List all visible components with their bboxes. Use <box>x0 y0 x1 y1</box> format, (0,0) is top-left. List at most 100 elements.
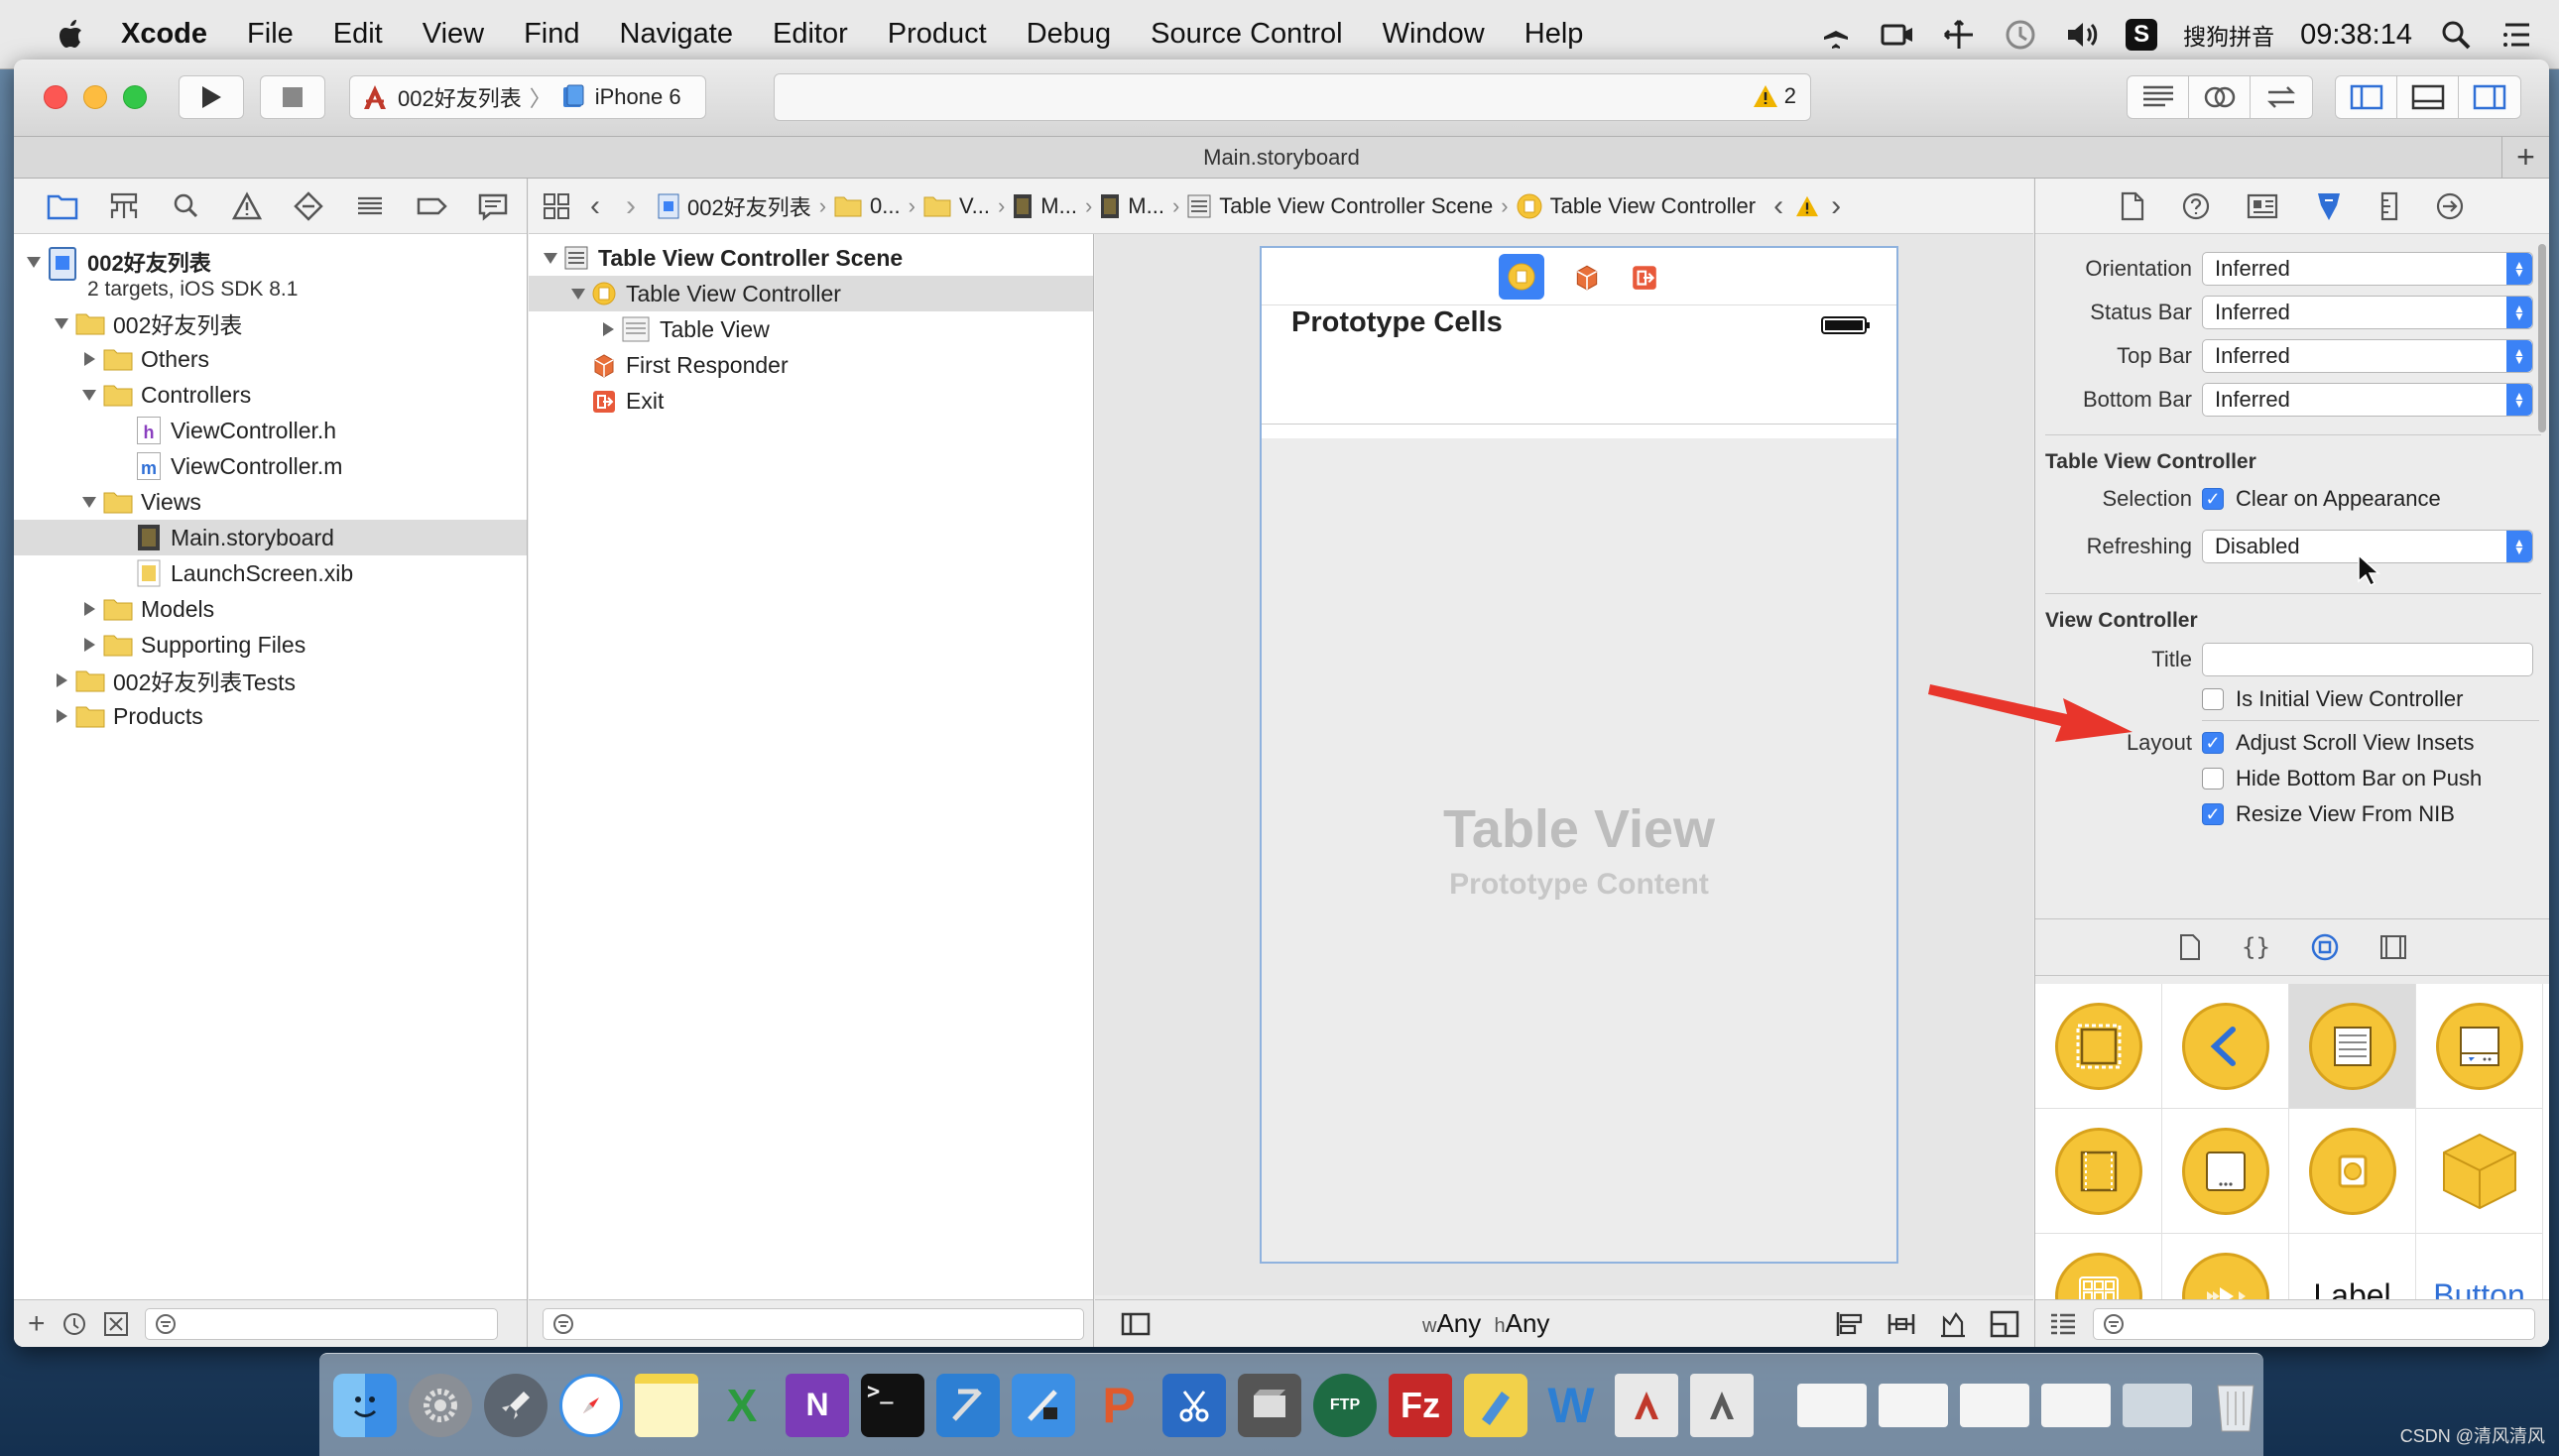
input-method-label[interactable]: 搜狗拼音 <box>2183 18 2274 52</box>
menu-help[interactable]: Help <box>1524 18 1584 51</box>
menu-find[interactable]: Find <box>524 18 579 51</box>
dock-terminal-icon[interactable]: >_ <box>861 1373 924 1437</box>
jump-crumb-controller[interactable]: Table View Controller <box>1517 193 1756 219</box>
library-item-page-view-controller[interactable] <box>2035 1109 2162 1234</box>
tree-row-group-views[interactable]: Views <box>14 484 527 520</box>
previous-issue-button[interactable]: ‹ <box>1773 189 1783 223</box>
find-navigator-icon[interactable] <box>169 190 202 222</box>
file-template-library-icon[interactable] <box>2178 933 2202 961</box>
menu-source-control[interactable]: Source Control <box>1151 18 1342 51</box>
library-item-navigation-controller[interactable] <box>2162 984 2289 1109</box>
top-bar-popup[interactable]: Inferred ▲ ▼ <box>2202 339 2533 373</box>
attributes-inspector-icon[interactable] <box>2314 190 2344 222</box>
menubar-clock[interactable]: 09:38:14 <box>2300 19 2412 52</box>
menu-product[interactable]: Product <box>888 18 987 51</box>
run-button[interactable] <box>179 75 244 119</box>
tree-row-group-main[interactable]: 002好友列表 <box>14 305 527 341</box>
storyboard-canvas[interactable]: Prototype Cells Table View Prototype Con… <box>1095 234 2033 1295</box>
tree-row-group-tests[interactable]: 002好友列表Tests <box>14 663 527 698</box>
go-back-button[interactable]: ‹ <box>590 189 600 223</box>
dock-snipping-icon[interactable] <box>1162 1373 1226 1437</box>
assistant-editor-button[interactable] <box>2189 76 2251 118</box>
dock-powerpoint-icon[interactable]: P <box>1087 1374 1151 1437</box>
tree-row-group-models[interactable]: Models <box>14 591 527 627</box>
library-item-view-controller[interactable] <box>2035 984 2162 1109</box>
library-item-object[interactable] <box>2289 1109 2416 1234</box>
issue-navigator-icon[interactable] <box>230 190 264 222</box>
toggle-navigator-button[interactable] <box>2336 76 2397 118</box>
dock-minimized-window-1[interactable] <box>1797 1383 1867 1427</box>
tab-main-storyboard[interactable]: Main.storyboard <box>1203 145 1360 170</box>
dock-first-responder-icon[interactable] <box>1572 262 1602 292</box>
tree-row-file-viewcontroller-m[interactable]: m ViewController.m <box>14 448 527 484</box>
dock-xcode-icon[interactable] <box>936 1373 1000 1437</box>
size-inspector-icon[interactable] <box>2379 191 2399 221</box>
library-item-glkit-view-controller[interactable] <box>2162 1109 2289 1234</box>
pin-icon[interactable] <box>1887 1310 1916 1338</box>
clear-on-appearance-checkbox[interactable]: ✓ <box>2202 488 2224 510</box>
tree-row-file-launchscreen[interactable]: LaunchScreen.xib <box>14 555 527 591</box>
menu-window[interactable]: Window <box>1383 18 1485 51</box>
debug-navigator-icon[interactable] <box>353 190 387 222</box>
stop-button[interactable] <box>260 75 325 119</box>
media-library-icon[interactable] <box>2379 934 2407 960</box>
object-library-icon[interactable] <box>2310 932 2340 962</box>
toggle-debug-area-button[interactable] <box>2397 76 2459 118</box>
add-tab-button[interactable]: + <box>2501 137 2549 179</box>
go-forward-button[interactable]: › <box>626 189 636 223</box>
orientation-popup[interactable]: Inferred ▲ ▼ <box>2202 252 2533 286</box>
dock-movie-icon[interactable] <box>1238 1373 1301 1437</box>
menu-navigate[interactable]: Navigate <box>620 18 733 51</box>
resolve-issues-icon[interactable] <box>1938 1310 1968 1338</box>
dock-launchpad-icon[interactable] <box>484 1373 548 1437</box>
menu-view[interactable]: View <box>423 18 484 51</box>
outline-row-table-view-controller[interactable]: Table View Controller <box>529 276 1093 311</box>
quick-help-icon[interactable] <box>2181 191 2211 221</box>
dock-minimized-window-4[interactable] <box>2041 1383 2111 1427</box>
jump-crumb-project[interactable]: 002好友列表 <box>658 190 811 222</box>
tree-row-group-products[interactable]: Products <box>14 698 527 734</box>
tree-row-group-others[interactable]: Others <box>14 341 527 377</box>
dock-minimized-window-2[interactable] <box>1879 1383 1948 1427</box>
menu-app-xcode[interactable]: Xcode <box>121 18 207 51</box>
inspector-scrollbar[interactable] <box>2538 244 2546 432</box>
library-filter-field[interactable] <box>2093 1307 2535 1340</box>
scheme-selector[interactable]: 002好友列表 〉 iPhone 6 <box>349 75 706 119</box>
dock-finder-icon[interactable] <box>333 1373 397 1437</box>
version-editor-button[interactable] <box>2251 76 2312 118</box>
symbol-navigator-icon[interactable] <box>107 190 141 222</box>
library-item-cube[interactable] <box>2416 1109 2543 1234</box>
dock-word-icon[interactable]: W <box>1539 1374 1603 1437</box>
related-items-icon[interactable] <box>543 192 570 220</box>
warning-indicator[interactable]: 2 <box>1753 83 1796 109</box>
dock-notes-icon[interactable] <box>635 1373 698 1437</box>
warning-icon[interactable] <box>1795 195 1819 217</box>
dock-preview-icon[interactable] <box>1615 1373 1678 1437</box>
outline-row-table-view[interactable]: Table View <box>529 311 1093 347</box>
jump-crumb-views-folder[interactable]: V... <box>923 193 990 219</box>
minimize-window-button[interactable] <box>83 85 107 109</box>
library-item-table-view-controller[interactable] <box>2289 984 2416 1109</box>
toggle-outline-icon[interactable] <box>1121 1312 1151 1336</box>
spotlight-search-icon[interactable] <box>2438 17 2474 53</box>
tree-row-file-viewcontroller-h[interactable]: h ViewController.h <box>14 413 527 448</box>
airplane-icon[interactable] <box>1818 17 1854 53</box>
tree-row-group-supporting-files[interactable]: Supporting Files <box>14 627 527 663</box>
outline-row-exit[interactable]: Exit <box>529 383 1093 419</box>
prototype-cell[interactable] <box>1262 339 1896 425</box>
jump-crumb-storyboard[interactable]: M... <box>1013 193 1077 219</box>
menu-edit[interactable]: Edit <box>333 18 383 51</box>
table-view-placeholder[interactable]: Table View Prototype Content <box>1262 438 1896 1262</box>
tree-row-file-main-storyboard[interactable]: Main.storyboard <box>14 520 527 555</box>
bottom-bar-popup[interactable]: Inferred ▲ ▼ <box>2202 383 2533 417</box>
resize-view-from-nib-checkbox[interactable]: ✓ <box>2202 803 2224 825</box>
test-navigator-icon[interactable] <box>292 190 325 222</box>
align-icon[interactable] <box>1835 1310 1865 1338</box>
jump-crumb-scene[interactable]: Table View Controller Scene <box>1187 193 1493 219</box>
dock-xcode-beta-icon[interactable] <box>1012 1373 1075 1437</box>
dock-system-preferences-icon[interactable] <box>409 1373 472 1437</box>
size-class-control[interactable]: wAny hAny <box>1422 1308 1549 1339</box>
connections-inspector-icon[interactable] <box>2435 191 2465 221</box>
identity-inspector-icon[interactable] <box>2247 192 2278 220</box>
close-window-button[interactable] <box>44 85 67 109</box>
